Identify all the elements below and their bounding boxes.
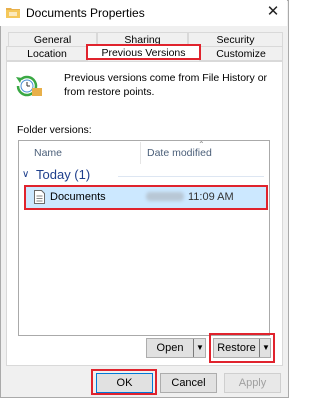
restore-button[interactable]: Restore ▼ xyxy=(213,338,271,358)
tab-customize[interactable]: Customize xyxy=(199,46,283,61)
group-header-today[interactable]: Today (1) xyxy=(36,167,90,182)
open-button[interactable]: Open ▼ xyxy=(146,338,206,358)
group-divider xyxy=(118,176,264,177)
version-row-name: Documents xyxy=(50,191,106,203)
title-bar: Documents Properties ✕ xyxy=(0,0,287,26)
open-dropdown-icon[interactable]: ▼ xyxy=(193,339,206,357)
apply-button[interactable]: Apply xyxy=(224,373,281,393)
close-button[interactable]: ✕ xyxy=(265,4,281,20)
column-divider xyxy=(140,142,141,164)
tab-security[interactable]: Security xyxy=(188,32,283,47)
info-text: Previous versions come from File History… xyxy=(64,72,268,98)
tab-location[interactable]: Location xyxy=(6,46,88,61)
folder-versions-label: Folder versions: xyxy=(17,124,92,136)
ok-button[interactable]: OK xyxy=(96,373,153,393)
column-header-name[interactable]: Name xyxy=(34,147,62,159)
version-row-time: 11:09 AM xyxy=(188,191,234,203)
folder-icon xyxy=(6,8,20,18)
window-title: Documents Properties xyxy=(26,6,145,20)
chevron-down-icon[interactable]: ∨ xyxy=(22,169,29,180)
restore-dropdown-icon[interactable]: ▼ xyxy=(259,339,272,357)
cancel-button[interactable]: Cancel xyxy=(160,373,217,393)
tab-previous-versions[interactable]: Previous Versions xyxy=(86,44,201,60)
history-icon xyxy=(16,75,42,97)
tab-general[interactable]: General xyxy=(8,32,97,47)
restore-button-label: Restore xyxy=(217,342,256,354)
document-icon xyxy=(34,190,45,204)
column-header-date-modified[interactable]: Date modified xyxy=(147,147,212,159)
open-button-label: Open xyxy=(156,342,184,354)
redacted-date xyxy=(146,192,184,201)
